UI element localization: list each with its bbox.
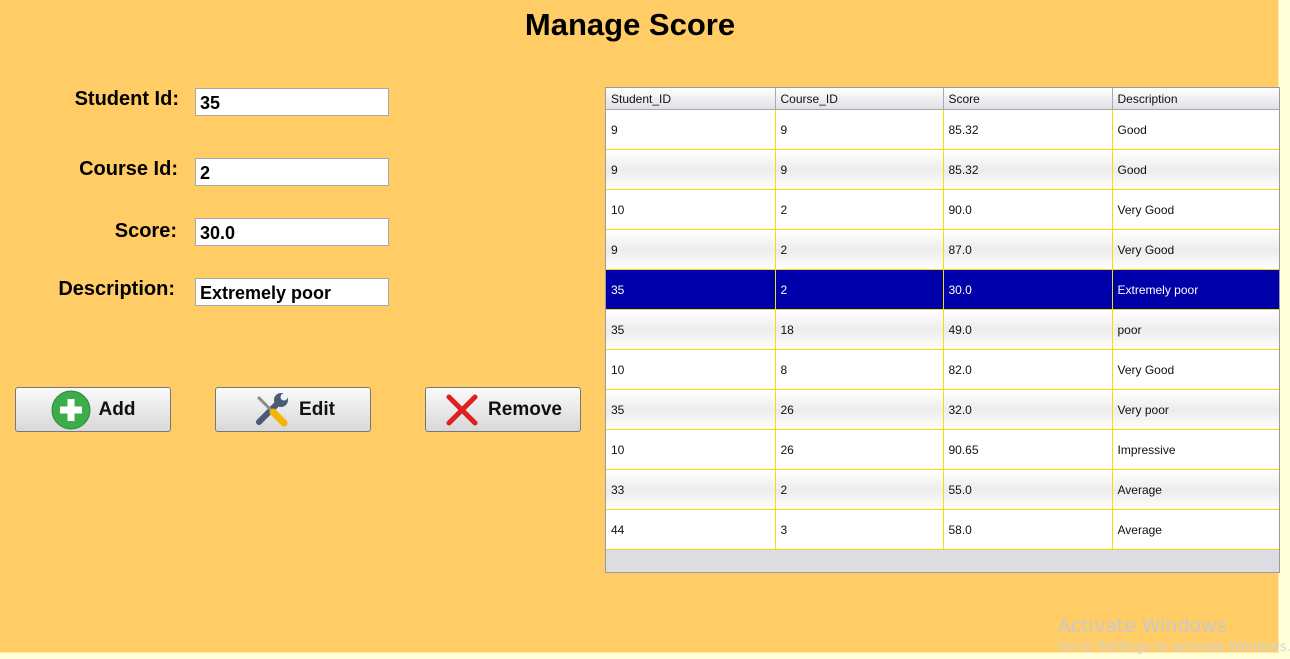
tools-icon (251, 390, 291, 430)
cell-student-id: 9 (606, 149, 776, 190)
table-header-row: Student_ID Course_ID Score Description (606, 88, 1279, 110)
table-row[interactable]: 10 8 82.0 Very Good (606, 349, 1279, 390)
table-row[interactable]: 10 2 90.0 Very Good (606, 189, 1279, 230)
red-x-icon (444, 392, 480, 428)
column-header-course-id[interactable]: Course_ID (775, 88, 944, 110)
cell-student-id: 35 (606, 269, 776, 310)
cell-student-id: 33 (606, 469, 776, 510)
course-id-label: Course Id: (79, 158, 178, 180)
cell-student-id: 35 (606, 309, 776, 350)
cell-description: Very Good (1112, 229, 1279, 270)
add-button[interactable]: Add (15, 387, 171, 432)
cell-student-id: 10 (606, 429, 776, 470)
cell-course-id: 2 (775, 229, 944, 270)
remove-button-label: Remove (488, 398, 562, 420)
table-row[interactable]: 33 2 55.0 Average (606, 469, 1279, 510)
activate-windows-watermark: Activate Windows (1058, 615, 1227, 637)
cell-description: Good (1112, 109, 1279, 150)
cell-score: 55.0 (943, 469, 1113, 510)
cell-description: Very Good (1112, 189, 1279, 230)
table-row[interactable]: 9 9 85.32 Good (606, 109, 1279, 150)
student-id-input[interactable] (195, 88, 389, 116)
cell-course-id: 2 (775, 189, 944, 230)
cell-student-id: 10 (606, 189, 776, 230)
table-row-selected[interactable]: 35 2 30.0 Extremely poor (606, 269, 1279, 310)
edit-button[interactable]: Edit (215, 387, 371, 432)
cell-student-id: 35 (606, 389, 776, 430)
column-header-student-id[interactable]: Student_ID (606, 88, 776, 110)
table-row[interactable]: 44 3 58.0 Average (606, 509, 1279, 550)
cell-score: 58.0 (943, 509, 1113, 550)
cell-course-id: 2 (775, 469, 944, 510)
score-input[interactable] (195, 218, 389, 246)
score-label: Score: (114, 220, 177, 242)
remove-button[interactable]: Remove (425, 387, 581, 432)
cell-score: 32.0 (943, 389, 1113, 430)
table-row[interactable]: 10 26 90.65 Impressive (606, 429, 1279, 470)
cell-student-id: 9 (606, 229, 776, 270)
cell-course-id: 8 (775, 349, 944, 390)
table-row[interactable]: 9 9 85.32 Good (606, 149, 1279, 190)
course-id-input[interactable] (195, 158, 389, 186)
cell-course-id: 26 (775, 389, 944, 430)
cell-description: Very poor (1112, 389, 1279, 430)
cell-score: 87.0 (943, 229, 1113, 270)
cell-course-id: 9 (775, 149, 944, 190)
activate-windows-subtitle: Go to Settings to activate Windows. (1058, 640, 1290, 655)
cell-description: Extremely poor (1112, 269, 1279, 310)
table-row[interactable]: 9 2 87.0 Very Good (606, 229, 1279, 270)
cell-student-id: 9 (606, 109, 776, 150)
cell-course-id: 3 (775, 509, 944, 550)
cell-student-id: 44 (606, 509, 776, 550)
cell-description: Good (1112, 149, 1279, 190)
cell-description: Impressive (1112, 429, 1279, 470)
description-input[interactable] (195, 278, 389, 306)
cell-score: 49.0 (943, 309, 1113, 350)
student-id-label: Student Id: (74, 88, 179, 110)
cell-description: Very Good (1112, 349, 1279, 390)
column-header-score[interactable]: Score (943, 88, 1113, 110)
page-title: Manage Score (524, 7, 736, 42)
cell-student-id: 10 (606, 349, 776, 390)
cell-score: 85.32 (943, 149, 1113, 190)
cell-course-id: 9 (775, 109, 944, 150)
cell-course-id: 18 (775, 309, 944, 350)
score-table[interactable]: Student_ID Course_ID Score Description 9… (605, 87, 1280, 573)
cell-description: Average (1112, 469, 1279, 510)
edit-button-label: Edit (299, 398, 335, 420)
cell-course-id: 2 (775, 269, 944, 310)
cell-description: Average (1112, 509, 1279, 550)
column-header-description[interactable]: Description (1112, 88, 1279, 110)
cell-score: 85.32 (943, 109, 1113, 150)
table-row[interactable]: 35 18 49.0 poor (606, 309, 1279, 350)
add-button-label: Add (98, 398, 136, 420)
cell-score: 30.0 (943, 269, 1113, 310)
cell-score: 82.0 (943, 349, 1113, 390)
table-row[interactable]: 35 26 32.0 Very poor (606, 389, 1279, 430)
description-label: Description: (58, 278, 175, 300)
cell-score: 90.0 (943, 189, 1113, 230)
plus-circle-icon (51, 390, 91, 430)
cell-score: 90.65 (943, 429, 1113, 470)
manage-score-window: Manage Score Student Id: Course Id: Scor… (0, 0, 1280, 653)
cell-description: poor (1112, 309, 1279, 350)
cell-course-id: 26 (775, 429, 944, 470)
